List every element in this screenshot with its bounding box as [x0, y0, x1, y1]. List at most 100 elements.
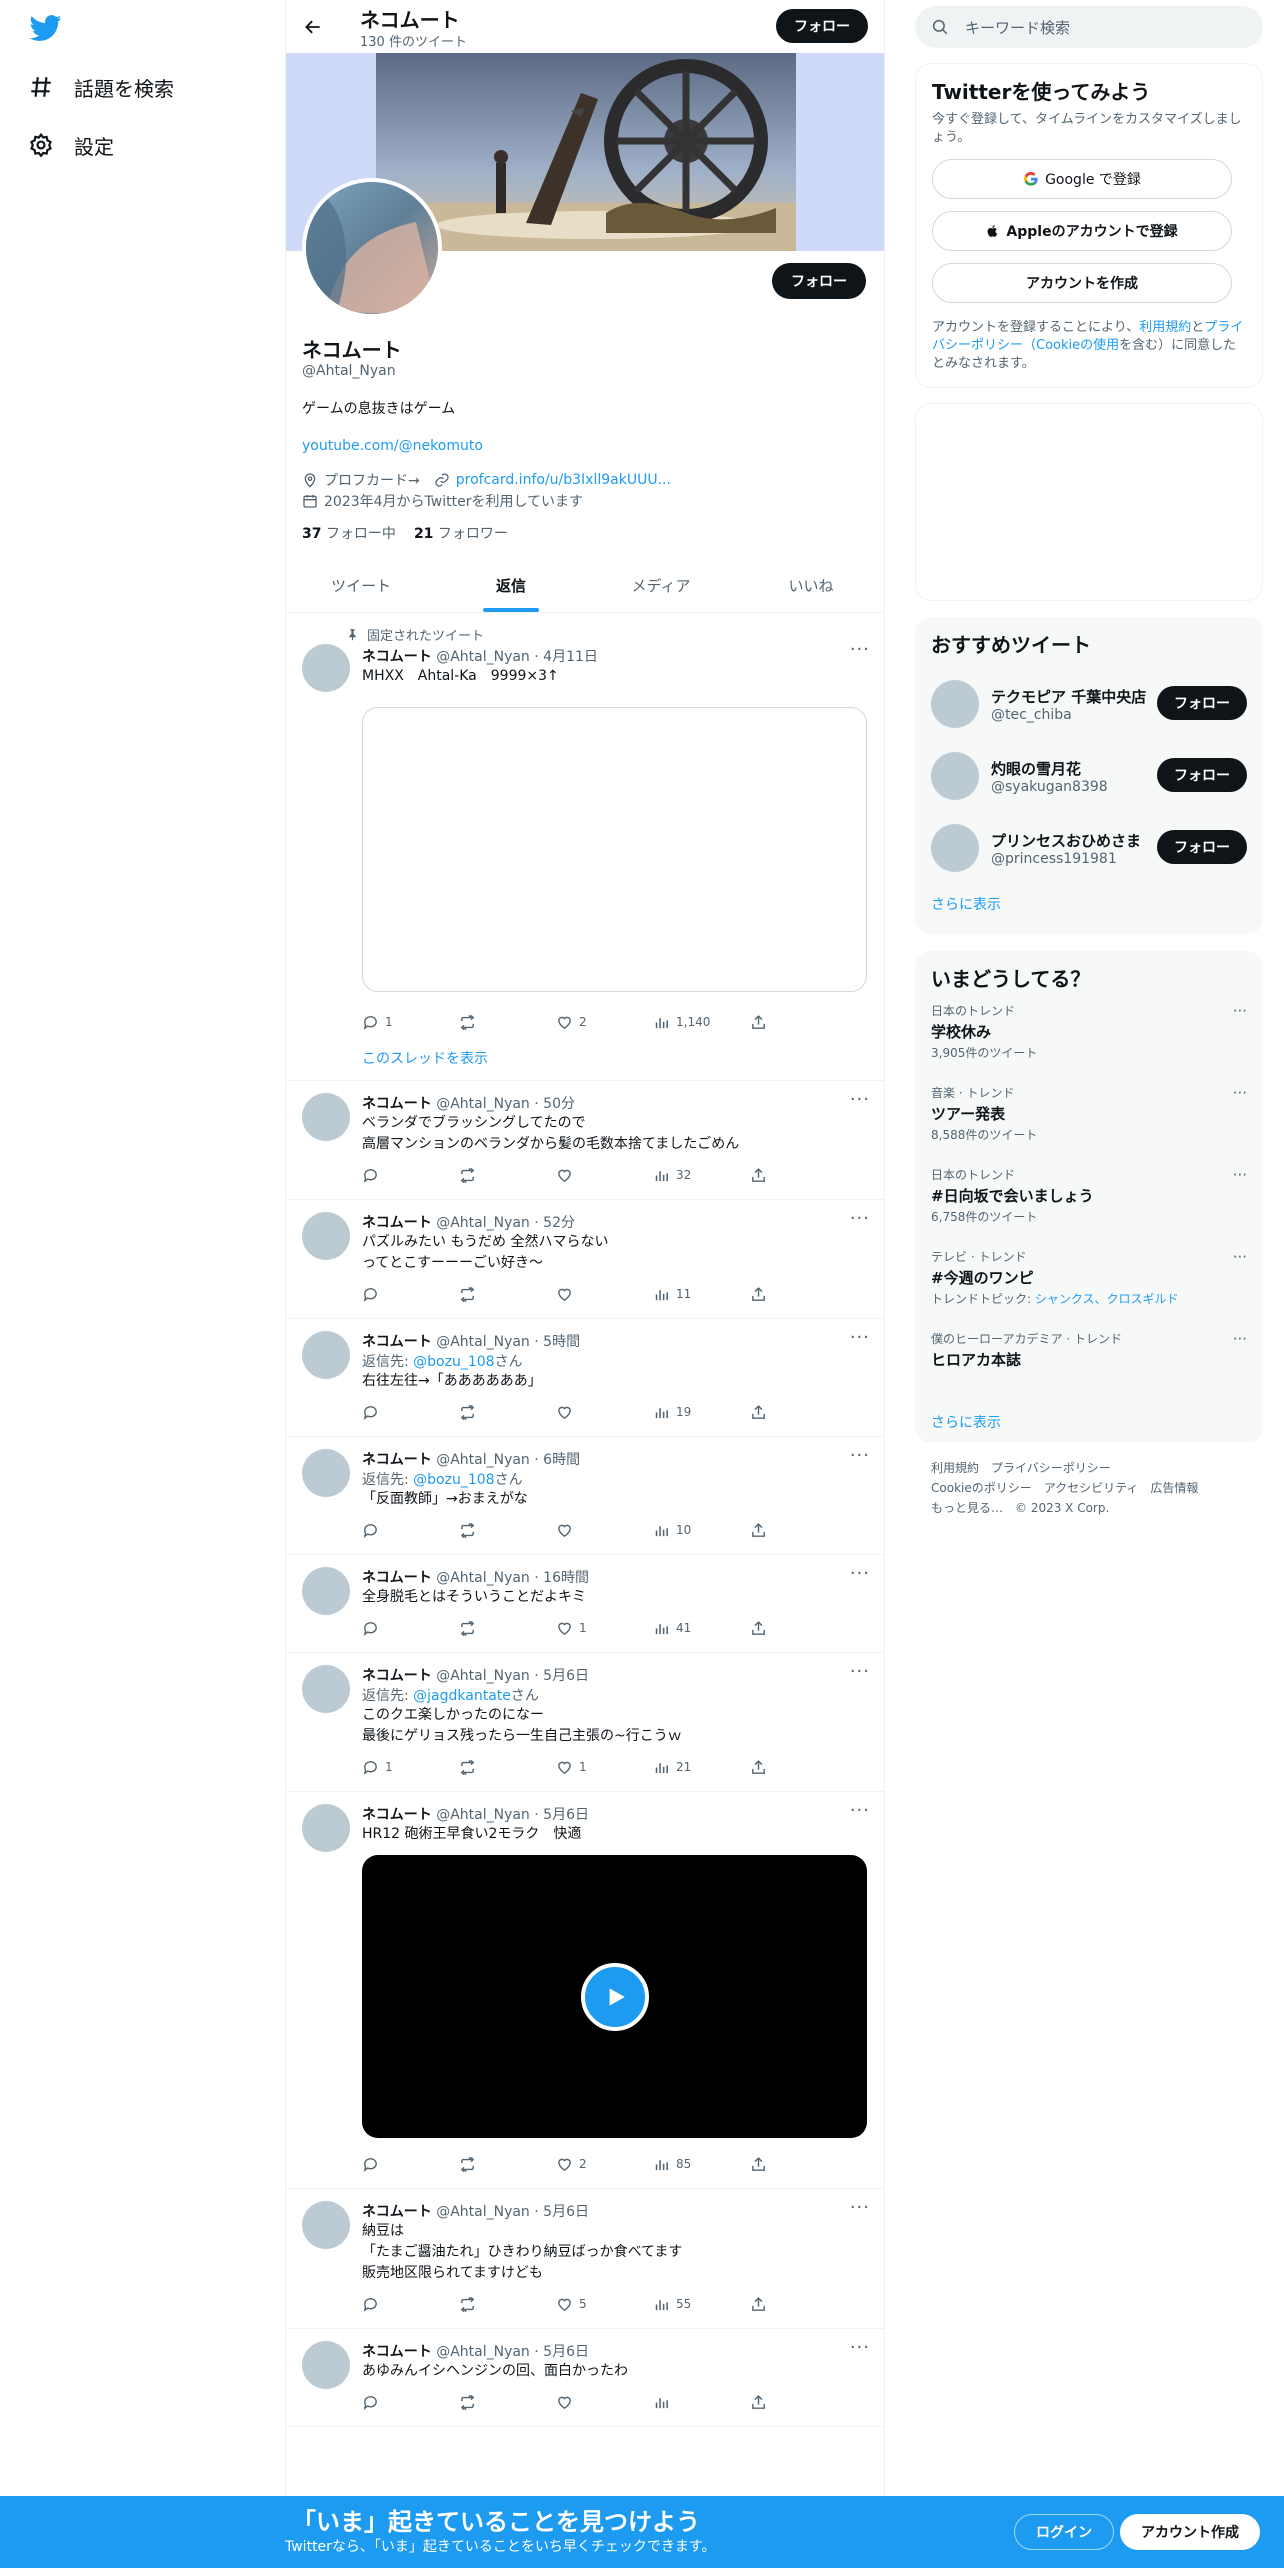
tweet-handle-time[interactable]: @Ahtal_Nyan · 52分 [436, 1215, 575, 1231]
tweet[interactable]: ··· ネコムート @Ahtal_Nyan · 5月6日 納豆は 「たまご醤油たれ」… [286, 2189, 884, 2329]
reply-button[interactable] [362, 2394, 459, 2411]
retweet-button[interactable] [459, 1286, 556, 1303]
retweet-button[interactable] [459, 2296, 556, 2313]
share-button[interactable] [750, 1620, 780, 1637]
tweet-avatar[interactable] [302, 1212, 350, 1260]
tweet[interactable]: ··· ネコムート @Ahtal_Nyan · 5月6日 あゆみんイシヘンジンの回、… [286, 2329, 884, 2427]
more-options-icon[interactable]: ··· [850, 1563, 870, 1584]
tweet-avatar[interactable] [302, 644, 350, 692]
like-button[interactable]: 2 [556, 1014, 653, 1031]
back-arrow-icon[interactable] [298, 12, 328, 42]
tweet[interactable]: ··· ネコムート @Ahtal_Nyan · 5時間 返信先: @bozu_108… [286, 1319, 884, 1437]
recommended-follow-button[interactable]: フォロー [1157, 686, 1247, 720]
retweet-button[interactable] [459, 2394, 556, 2411]
following-link[interactable]: 37 フォロー中 [302, 523, 396, 543]
profile-avatar[interactable] [302, 178, 442, 318]
retweet-button[interactable] [459, 1759, 556, 1776]
trend-more-icon[interactable]: ··· [1233, 1248, 1247, 1266]
like-button[interactable] [556, 1522, 653, 1539]
trend-more-icon[interactable]: ··· [1233, 1330, 1247, 1348]
tweet[interactable]: ··· ネコムート @Ahtal_Nyan · 52分 パズルみたい もうだめ 全然… [286, 1200, 884, 1319]
tweet-author-name[interactable]: ネコムート [362, 649, 432, 665]
trend-more-icon[interactable]: ··· [1233, 1084, 1247, 1102]
views-button[interactable] [653, 2394, 750, 2411]
trend-more-icon[interactable]: ··· [1233, 1002, 1247, 1020]
header-follow-button[interactable]: フォロー [776, 9, 868, 43]
reply-button[interactable] [362, 1167, 459, 1184]
tweet-handle-time[interactable]: @Ahtal_Nyan · 4月11日 [436, 649, 598, 665]
recommended-user[interactable]: 灼眼の雪月花 @syakugan8398 フォロー [931, 740, 1247, 812]
trend-more-icon[interactable]: ··· [1233, 1166, 1247, 1184]
search-box[interactable]: キーワード検索 [915, 6, 1263, 48]
trend-topic-link[interactable]: シャンクス、クロスギルド [1035, 1292, 1179, 1306]
tweet-media-placeholder[interactable] [362, 707, 867, 992]
tweet-avatar[interactable] [302, 2201, 350, 2249]
retweet-button[interactable] [459, 2156, 556, 2173]
tweet[interactable]: ··· ネコムート @Ahtal_Nyan · 50分 ベランダでブラッシングしてた… [286, 1081, 884, 1200]
tab-tweets[interactable]: ツイート [286, 560, 436, 612]
recommended-avatar[interactable] [931, 680, 979, 728]
share-button[interactable] [750, 1404, 780, 1421]
views-button[interactable]: 41 [653, 1620, 750, 1637]
reply-to-link[interactable]: @jagdkantate [413, 1688, 511, 1704]
tweet-avatar[interactable] [302, 2341, 350, 2389]
share-button[interactable] [750, 1014, 780, 1031]
retweet-button[interactable] [459, 1167, 556, 1184]
more-options-icon[interactable]: ··· [850, 1208, 870, 1229]
tweet-avatar[interactable] [302, 1093, 350, 1141]
reply-button[interactable] [362, 1620, 459, 1637]
profile-follow-button[interactable]: フォロー [772, 263, 866, 299]
views-button[interactable]: 32 [653, 1167, 750, 1184]
share-button[interactable] [750, 1167, 780, 1184]
trends-more-link[interactable]: さらに表示 [931, 1412, 1247, 1432]
views-button[interactable]: 10 [653, 1522, 750, 1539]
views-button[interactable]: 19 [653, 1404, 750, 1421]
reply-to-link[interactable]: @bozu_108 [413, 1472, 494, 1488]
tweet-author-name[interactable]: ネコムート [362, 2344, 432, 2360]
apple-signup-button[interactable]: Appleのアカウントで登録 [932, 211, 1232, 251]
recommended-avatar[interactable] [931, 824, 979, 872]
views-button[interactable]: 11 [653, 1286, 750, 1303]
nav-settings[interactable]: 設定 [28, 127, 114, 163]
tweet-handle-time[interactable]: @Ahtal_Nyan · 5月6日 [436, 1668, 589, 1684]
tweet-author-name[interactable]: ネコムート [362, 2204, 432, 2220]
recommended-avatar[interactable] [931, 752, 979, 800]
tweet-author-name[interactable]: ネコムート [362, 1215, 432, 1231]
tweet-avatar[interactable] [302, 1331, 350, 1379]
show-thread-link[interactable]: このスレッドを表示 [362, 1042, 870, 1080]
like-button[interactable]: 1 [556, 1759, 653, 1776]
signup-button[interactable]: アカウント作成 [1120, 2514, 1260, 2550]
more-options-icon[interactable]: ··· [850, 1800, 870, 1821]
trend-item[interactable]: 僕のヒーローアカデミア · トレンド ヒロアカ本誌 ··· [931, 1330, 1247, 1412]
twitter-logo-icon[interactable] [28, 12, 64, 44]
tweet-handle-time[interactable]: @Ahtal_Nyan · 5月6日 [436, 1807, 589, 1823]
reply-button[interactable] [362, 1522, 459, 1539]
share-button[interactable] [750, 2296, 780, 2313]
tweet[interactable]: ··· ネコムート @Ahtal_Nyan · 16時間 全身脱毛とはそういうことだ… [286, 1555, 884, 1653]
footer-line-3[interactable]: もっと見る… © 2023 X Corp. [931, 1498, 1251, 1518]
recommended-more-link[interactable]: さらに表示 [931, 894, 1247, 914]
reply-button[interactable]: 1 [362, 1014, 459, 1031]
tweet-handle-time[interactable]: @Ahtal_Nyan · 16時間 [436, 1570, 589, 1586]
views-button[interactable]: 55 [653, 2296, 750, 2313]
like-button[interactable]: 5 [556, 2296, 653, 2313]
tweet[interactable]: ··· ネコムート @Ahtal_Nyan · 5月6日 返信先: @jagdkan… [286, 1653, 884, 1792]
tweet-handle-time[interactable]: @Ahtal_Nyan · 6時間 [436, 1452, 580, 1468]
trend-item[interactable]: 日本のトレンド #日向坂で会いましょう 6,758件のツイート ··· [931, 1166, 1247, 1248]
tweet-avatar[interactable] [302, 1665, 350, 1713]
tweet-author-name[interactable]: ネコムート [362, 1334, 432, 1350]
tweet-author-name[interactable]: ネコムート [362, 1570, 432, 1586]
share-button[interactable] [750, 2394, 780, 2411]
tweet[interactable]: 固定されたツイート ··· ネコムート @Ahtal_Nyan · 4月11日 MHX… [286, 613, 884, 1081]
recommended-user[interactable]: プリンセスおひめさま @princess191981 フォロー [931, 812, 1247, 884]
tweet[interactable]: ··· ネコムート @Ahtal_Nyan · 6時間 返信先: @bozu_108… [286, 1437, 884, 1555]
reply-button[interactable] [362, 1404, 459, 1421]
like-button[interactable] [556, 2394, 653, 2411]
search-input[interactable]: キーワード検索 [965, 17, 1070, 38]
followers-link[interactable]: 21 フォロワー [414, 523, 508, 543]
footer-line-2[interactable]: Cookieのポリシー アクセシビリティ 広告情報 [931, 1478, 1251, 1498]
like-button[interactable] [556, 1167, 653, 1184]
like-button[interactable] [556, 1286, 653, 1303]
views-button[interactable]: 21 [653, 1759, 750, 1776]
views-button[interactable]: 1,140 [653, 1014, 750, 1031]
